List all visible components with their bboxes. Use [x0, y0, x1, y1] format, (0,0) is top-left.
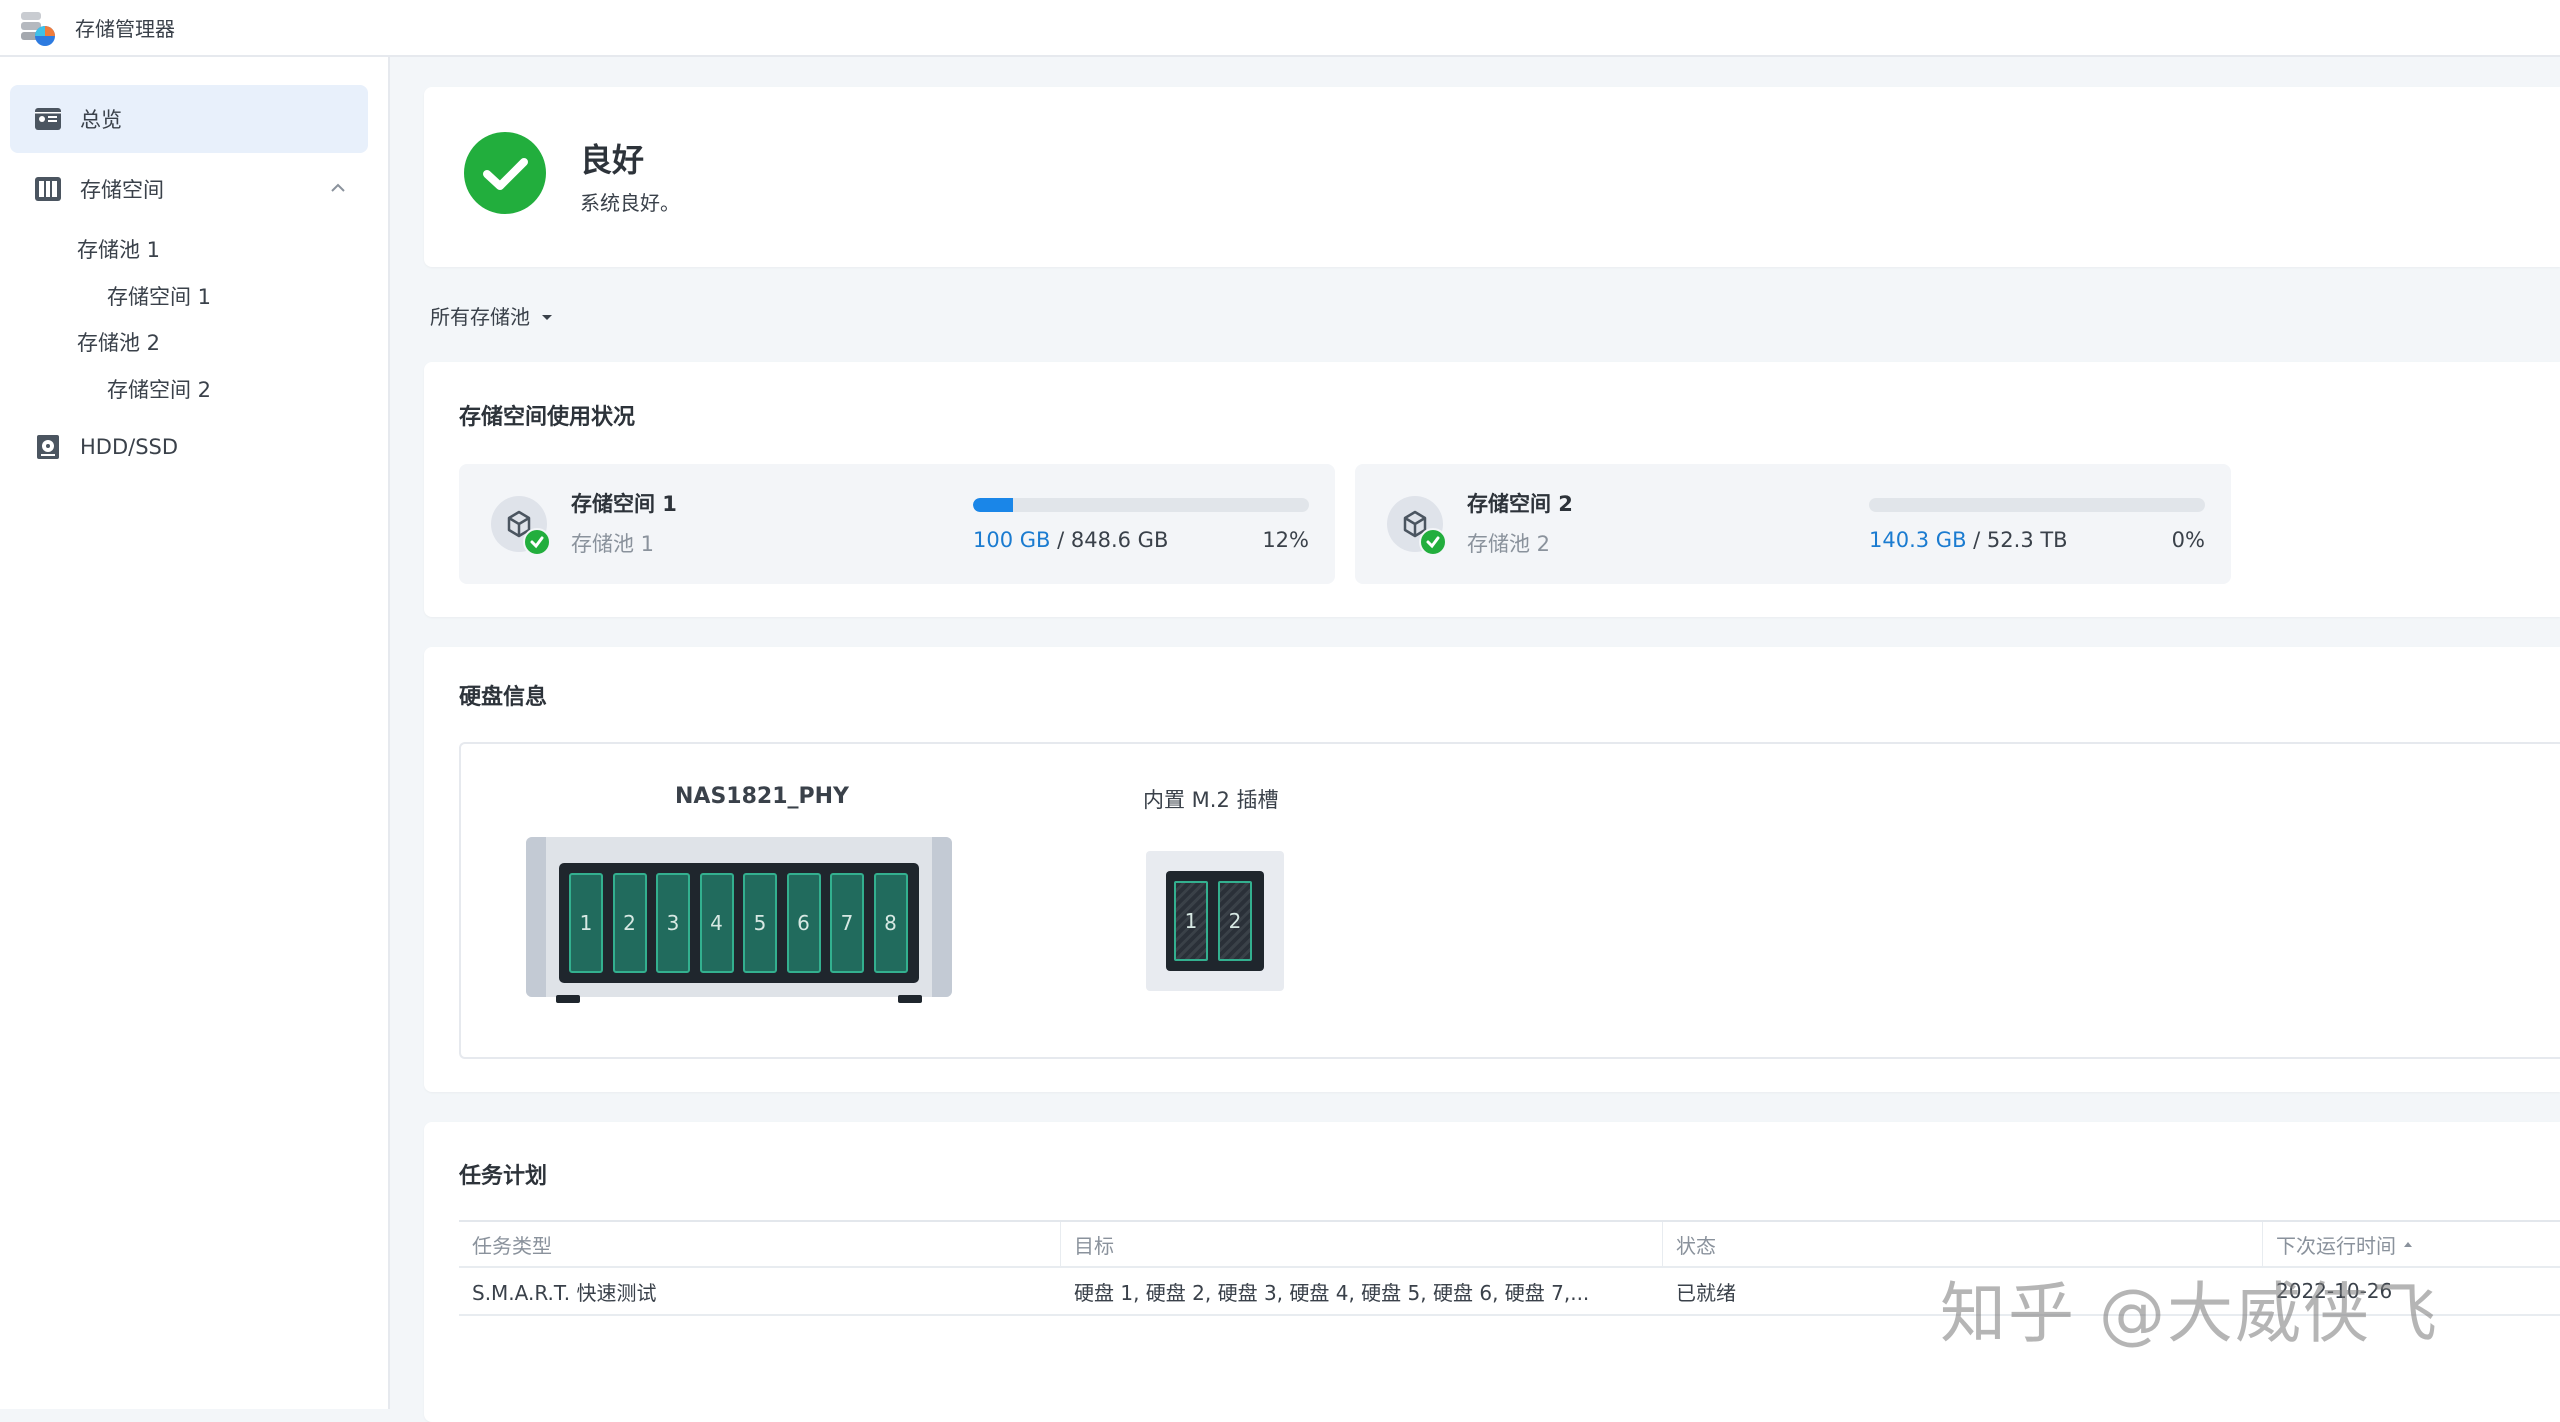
hard-disk-icon [34, 434, 62, 460]
volume-usage-card: 存储空间使用状况 存储空间 1 存储池 1 100 GB / 848.6 GB … [424, 362, 2560, 617]
pool-filter-dropdown[interactable]: 所有存储池 [430, 301, 552, 330]
sidebar: 总览 存储空间 存储池 1 存储空间 1 存储池 2 存储空间 2 HDD/SS… [0, 57, 390, 1409]
column-header-status[interactable]: 状态 [1663, 1222, 2263, 1266]
drive-bay-8[interactable]: 8 [873, 873, 908, 973]
sidebar-item-volume-1[interactable]: 存储空间 1 [107, 281, 211, 311]
sidebar-item-overview[interactable]: 总览 [10, 85, 368, 153]
status-title: 良好 [580, 141, 645, 179]
sidebar-item-pool-2[interactable]: 存储池 2 [77, 327, 160, 357]
sidebar-item-label: HDD/SSD [80, 435, 179, 459]
storage-manager-icon [18, 8, 58, 48]
usage-progress-fill [973, 498, 1014, 512]
total-size: / 52.3 TB [1973, 528, 2068, 552]
volume-pool: 存储池 1 [571, 532, 655, 556]
cell-target: 硬盘 1, 硬盘 2, 硬盘 3, 硬盘 4, 硬盘 5, 硬盘 6, 硬盘 7… [1074, 1280, 1590, 1305]
total-size: / 848.6 GB [1057, 528, 1169, 552]
sidebar-item-volume-2[interactable]: 存储空间 2 [107, 374, 211, 404]
table-row[interactable]: S.M.A.R.T. 快速测试 硬盘 1, 硬盘 2, 硬盘 3, 硬盘 4, … [459, 1268, 2560, 1316]
healthy-check-icon [1419, 528, 1447, 556]
drive-bay-7[interactable]: 7 [830, 873, 864, 973]
drive-bay-1[interactable]: 1 [569, 873, 603, 973]
m2-slot-label: 内置 M.2 插槽 [1143, 788, 1279, 812]
drive-bay-5[interactable]: 5 [743, 873, 777, 973]
title-bar: 存储管理器 [0, 0, 2560, 57]
cell-type: S.M.A.R.T. 快速测试 [472, 1280, 657, 1305]
volume-usage-text: 100 GB / 848.6 GB [973, 528, 1168, 552]
m2-bays: 12 [1166, 871, 1264, 971]
tasks-table: 任务类型 目标 状态 下次运行时间 S.M.A.R.T. 快速测试 硬盘 1, … [459, 1220, 2560, 1316]
overview-card-icon [34, 106, 62, 132]
healthy-check-icon [523, 528, 551, 556]
volume-pool: 存储池 2 [1467, 532, 1551, 556]
sidebar-item-storage[interactable]: 存储空间 [10, 155, 368, 223]
volume-name: 存储空间 1 [571, 492, 677, 516]
sidebar-item-pool-1[interactable]: 存储池 1 [77, 234, 160, 264]
sidebar-item-label: 总览 [80, 108, 122, 132]
storage-columns-icon [34, 176, 62, 202]
cell-next-run: 2022-10-26 [2276, 1279, 2393, 1303]
usage-progress-bar [1869, 498, 2205, 512]
drive-bay-6[interactable]: 6 [786, 873, 821, 973]
column-header-label: 下次运行时间 [2276, 1233, 2396, 1258]
m2-module: 12 [1146, 851, 1284, 991]
disk-section-title: 硬盘信息 [459, 685, 548, 710]
sidebar-item-hdd-ssd[interactable]: HDD/SSD [10, 413, 368, 481]
health-status-card: 良好 系统良好。 [424, 87, 2560, 267]
disk-diagram: NAS1821_PHY 12345678 内置 M.2 插槽 12 [459, 742, 2560, 1059]
disk-info-card: 硬盘信息 NAS1821_PHY 12345678 内置 M.2 插槽 12 [424, 647, 2560, 1092]
cell-status: 已就绪 [1676, 1280, 1736, 1305]
column-header-next-run[interactable]: 下次运行时间 [2263, 1222, 2560, 1266]
column-header-target[interactable]: 目标 [1061, 1222, 1663, 1266]
tasks-section-title: 任务计划 [459, 1164, 548, 1189]
usage-progress-bar [973, 498, 1309, 512]
scheduled-tasks-card: 任务计划 任务类型 目标 状态 下次运行时间 S.M.A.R.T. 快速测试 硬… [424, 1122, 2560, 1422]
caret-down-icon [542, 315, 552, 320]
drive-bay-4[interactable]: 4 [699, 873, 734, 973]
nas-name: NAS1821_PHY [675, 784, 849, 809]
volume-usage-text: 140.3 GB / 52.3 TB [1869, 528, 2068, 552]
used-size: 140.3 GB [1869, 528, 1967, 552]
chevron-up-icon[interactable] [330, 177, 346, 193]
chassis-foot [898, 995, 922, 1003]
status-description: 系统良好。 [580, 191, 680, 215]
drive-bays: 12345678 [559, 863, 919, 983]
nas-chassis: 12345678 [526, 837, 952, 1003]
used-size: 100 GB [973, 528, 1051, 552]
pool-filter-label: 所有存储池 [430, 305, 530, 329]
chassis-foot [556, 995, 580, 1003]
check-circle-icon [464, 132, 546, 214]
table-header: 任务类型 目标 状态 下次运行时间 [459, 1220, 2560, 1268]
m2-slot-1[interactable]: 1 [1174, 881, 1208, 961]
volume-name: 存储空间 2 [1467, 492, 1573, 516]
usage-percent: 0% [2171, 528, 2205, 552]
drive-bay-3[interactable]: 3 [656, 873, 690, 973]
volume-item[interactable]: 存储空间 2 存储池 2 140.3 GB / 52.3 TB 0% [1355, 464, 2231, 584]
sidebar-item-label: 存储空间 [80, 178, 164, 202]
app-title: 存储管理器 [75, 17, 175, 41]
usage-section-title: 存储空间使用状况 [459, 405, 636, 430]
usage-percent: 12% [1262, 528, 1309, 552]
m2-slot-2[interactable]: 2 [1218, 881, 1252, 961]
column-header-type[interactable]: 任务类型 [459, 1222, 1061, 1266]
drive-bay-2[interactable]: 2 [612, 873, 647, 973]
volume-item[interactable]: 存储空间 1 存储池 1 100 GB / 848.6 GB 12% [459, 464, 1335, 584]
sort-ascending-icon [2404, 1241, 2412, 1247]
